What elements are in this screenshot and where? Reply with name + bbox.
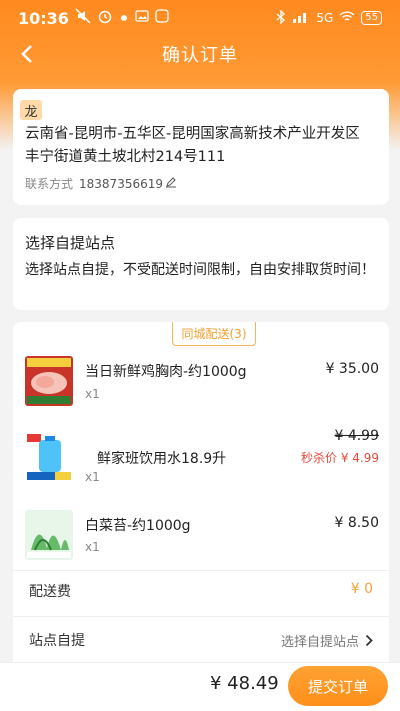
bottom-bar: ¥ 48.49 提交订单 [0,662,400,711]
product-image-vegetable [25,510,73,560]
item-sale-price: 秒杀价 ¥ 4.99 [301,451,379,465]
status-time: 10:36 [18,8,69,28]
divider [13,570,389,571]
battery-indicator: 55 [361,11,382,25]
nav-bar: 确认订单 [0,36,400,72]
delivery-fee-label: 配送费 [29,584,71,600]
address-text: 云南省-昆明市-五华区-昆明国家高新技术产业开发区 丰宁街道黄土坡北村214号1… [25,123,379,169]
item-price: ¥ 35.00 [325,361,379,377]
submit-order-button[interactable]: 提交订单 [288,666,388,706]
alarm-icon [97,8,113,28]
item-qty: x1 [85,470,100,484]
item-price: ¥ 8.50 [334,515,379,531]
delivery-fee-value: ¥ 0 [350,581,373,597]
product-image-chicken [25,356,73,406]
item-name: 鲜家班饮用水18.9升 [97,451,227,467]
order-item: 鲜家班饮用水18.9升 x1 ¥ 4.99 秒杀价 ¥ 4.99 [25,428,379,492]
pickup-description: 选择站点自提，不受配送时间限制，自由安排取货时间！ [25,262,375,278]
image-icon [135,9,149,27]
address-line-1: 云南省-昆明市-五华区-昆明国家高新技术产业开发区 [25,126,360,142]
signal-dot-icon [119,9,129,27]
order-item: 当日新鲜鸡胸肉-约1000g x1 ¥ 35.00 [25,356,379,416]
select-pickup-station-link[interactable]: 选择自提站点 [281,631,373,650]
contact-label: 联系方式 [25,177,74,191]
item-qty: x1 [85,540,100,554]
app-icon [155,9,169,27]
wifi-icon [339,10,355,26]
item-name: 白菜苔-约1000g [85,518,191,534]
pickup-row-label: 站点自提 [29,633,85,649]
item-qty: x1 [85,387,100,401]
select-pickup-label: 选择自提站点 [280,635,359,650]
address-tag-badge: 龙 [20,100,42,120]
address-card[interactable]: 云南省-昆明市-五华区-昆明国家高新技术产业开发区 丰宁街道黄土坡北村214号1… [13,89,389,205]
order-total: ¥ 48.49 [210,673,279,694]
page-title: 确认订单 [162,45,238,66]
edit-icon[interactable] [165,176,177,191]
chevron-left-icon [21,45,32,63]
order-item: 白菜苔-约1000g x1 ¥ 8.50 [25,510,379,570]
back-button[interactable] [12,38,42,70]
network-label: 5G [316,11,334,25]
product-image-water [25,432,73,482]
bluetooth-icon [276,8,286,27]
pickup-station-card[interactable]: 选择自提站点 选择站点自提，不受配送时间限制，自由安排取货时间！ [13,218,389,310]
contact-phone: 18387356619 [79,176,163,191]
signal-bars-icon [292,11,310,26]
divider [13,616,389,617]
order-items-card: 同城配送(3) 当日新鲜鸡胸肉-约1000g x1 ¥ 35.00 鲜家班饮用水… [13,322,389,662]
contact-row: 联系方式 18387356619 [25,175,177,192]
chevron-right-icon [365,634,373,647]
delivery-type-tab[interactable]: 同城配送(3) [172,322,256,346]
status-bar: 10:36 5G 55 [0,0,400,36]
item-original-price: ¥ 4.99 [334,428,379,444]
item-name: 当日新鲜鸡胸肉-约1000g [85,364,247,380]
pickup-title: 选择自提站点 [25,234,116,252]
mute-icon [75,8,91,28]
address-line-2: 丰宁街道黄土坡北村214号111 [25,149,226,165]
